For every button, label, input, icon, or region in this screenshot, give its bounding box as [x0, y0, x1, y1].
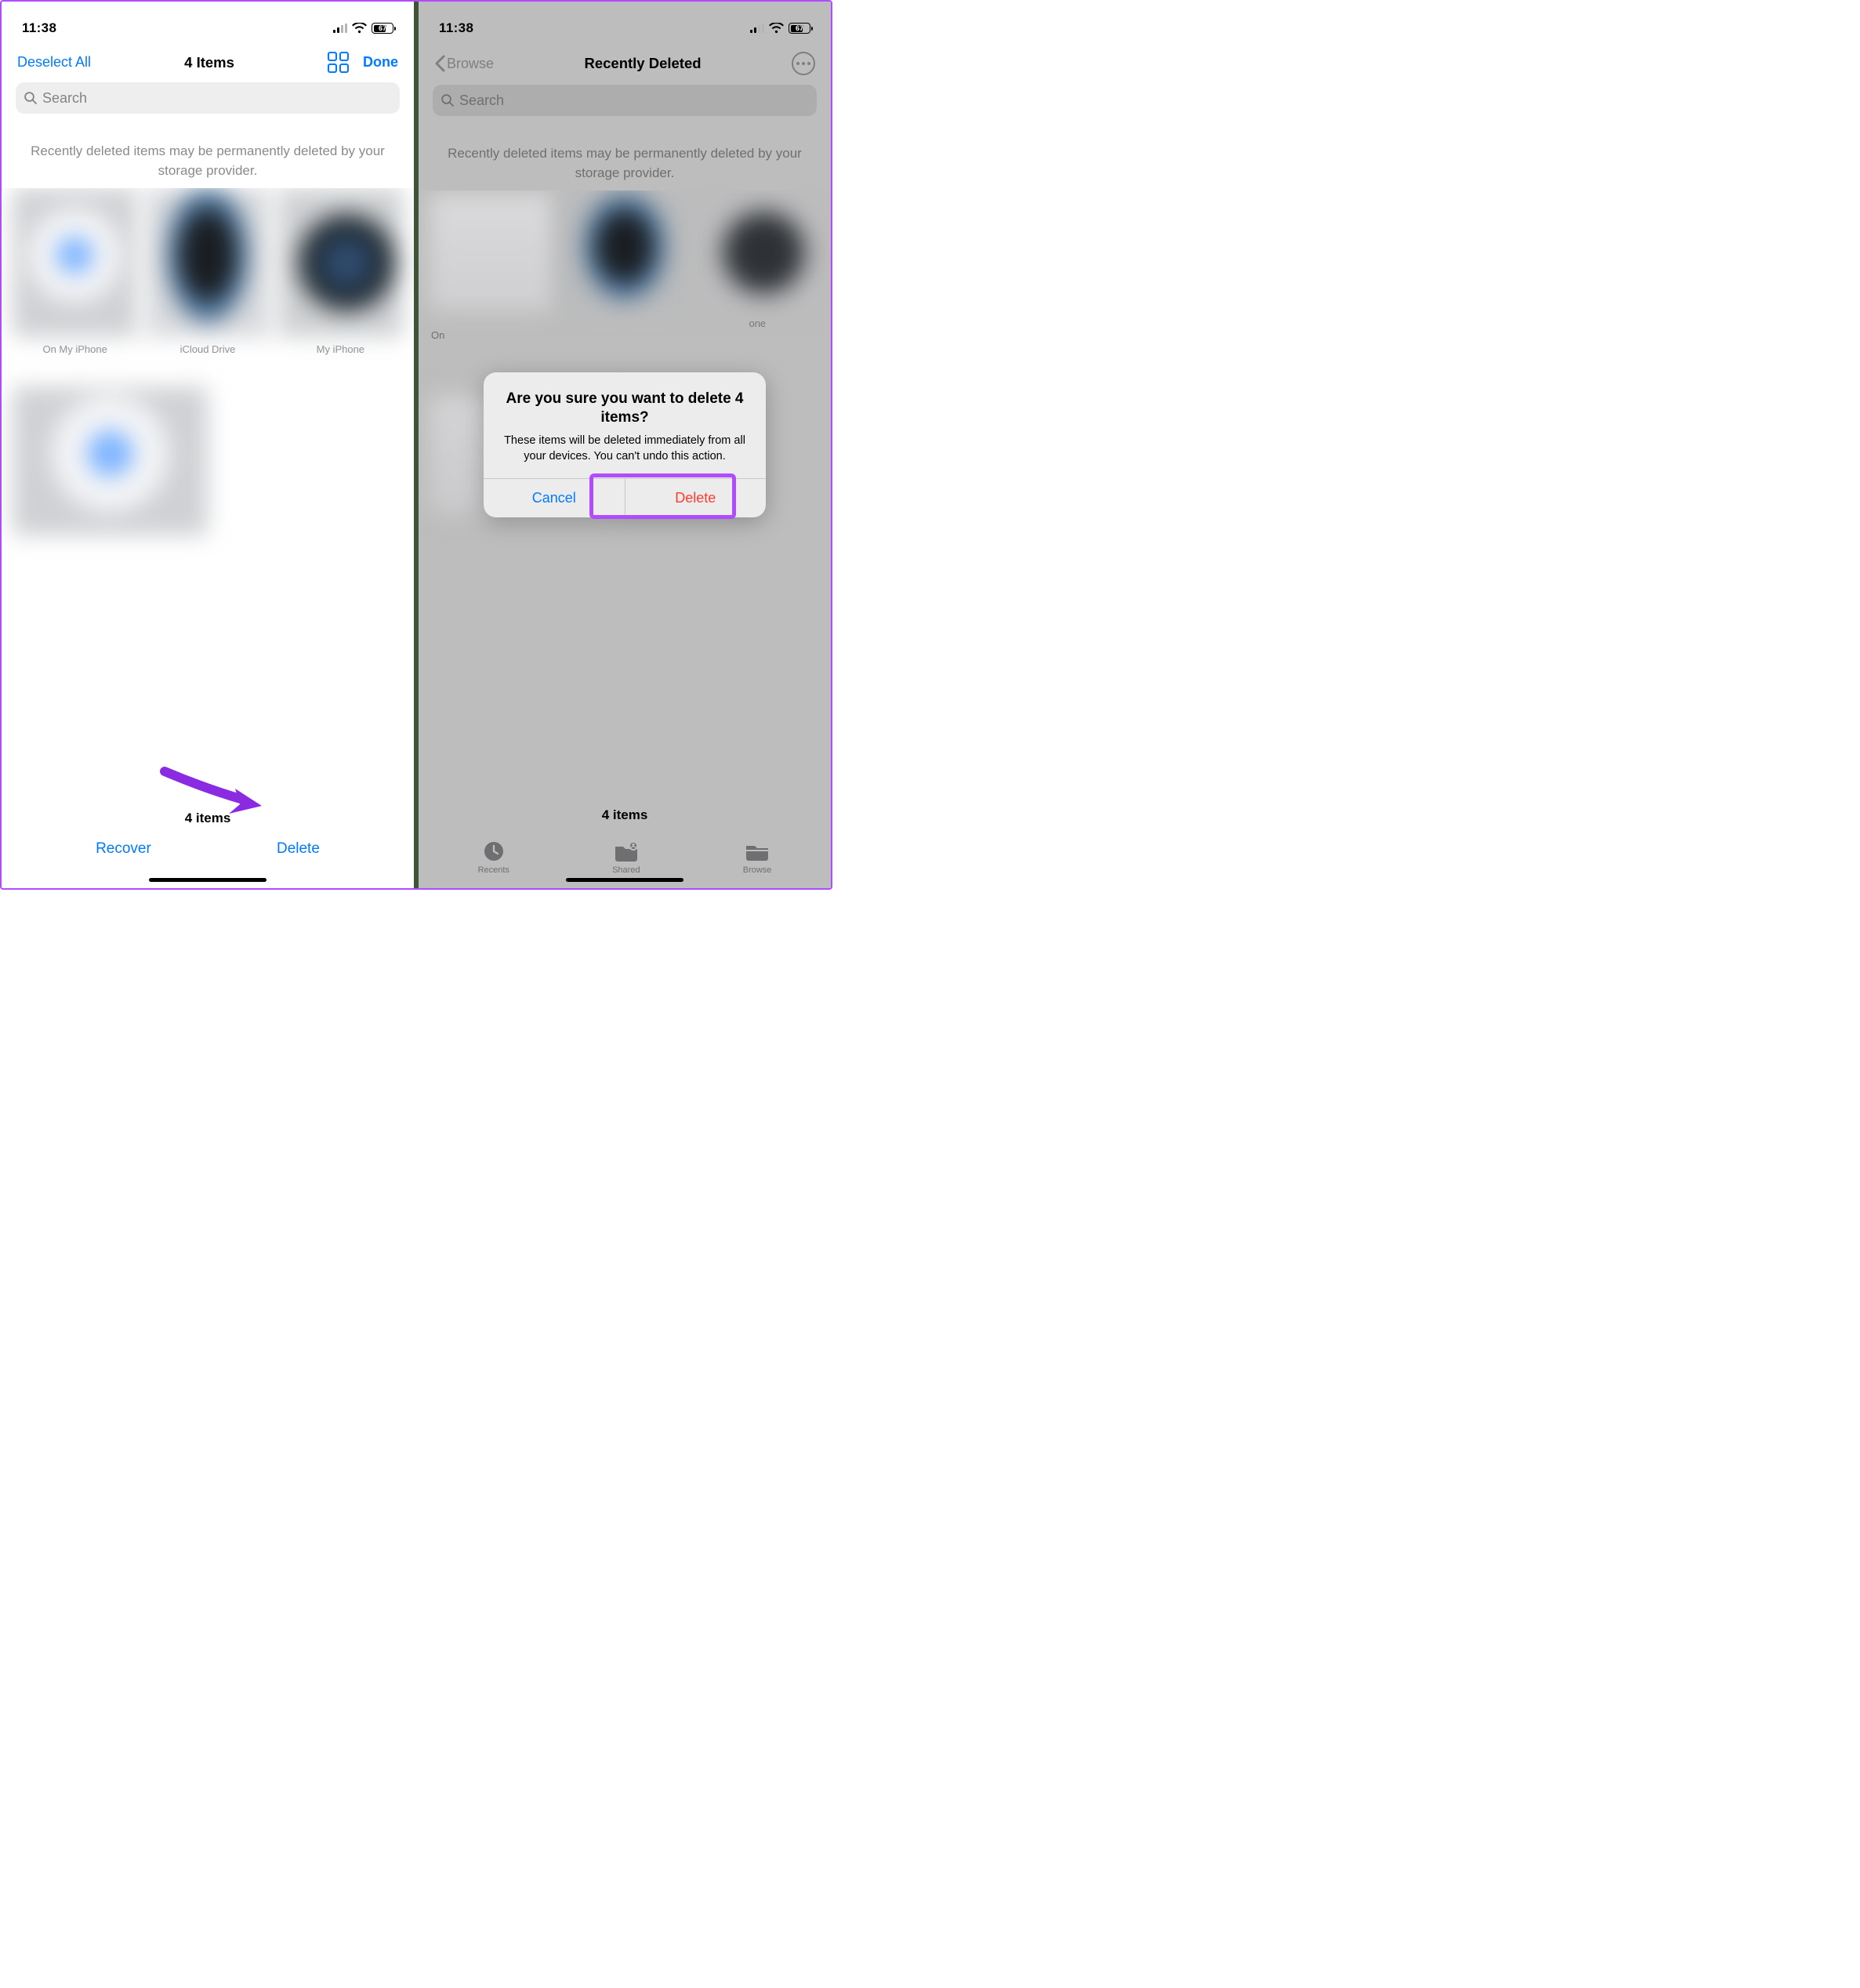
deselect-all-button[interactable]: Deselect All — [17, 54, 91, 71]
file-item[interactable] — [430, 194, 554, 329]
status-bar: 11:38 67 — [2, 2, 414, 44]
alert-delete-button[interactable]: Delete — [625, 479, 767, 517]
search-icon — [24, 91, 38, 105]
file-location: iCloud Drive — [180, 343, 236, 355]
back-label: Browse — [447, 56, 494, 72]
battery-icon: 67 — [372, 23, 393, 34]
nav-title: 4 Items — [184, 54, 234, 71]
chevron-left-icon — [434, 55, 445, 72]
status-icons: 67 — [750, 23, 810, 34]
tab-bar: Recents Shared Browse — [419, 826, 831, 878]
search-field[interactable]: Search — [16, 82, 400, 114]
shared-folder-icon — [613, 840, 640, 862]
alert-message: These items will be deleted immediately … — [501, 433, 749, 465]
file-item[interactable] — [562, 194, 687, 329]
wifi-icon — [769, 23, 784, 34]
nav-bar: Deselect All 4 Items Done — [2, 44, 414, 78]
search-placeholder: Search — [459, 93, 504, 109]
battery-icon: 67 — [789, 23, 810, 34]
tab-shared[interactable]: Shared — [612, 840, 640, 875]
tab-label: Browse — [743, 865, 772, 875]
status-time: 11:38 — [439, 20, 473, 36]
search-icon — [441, 93, 455, 107]
status-icons: 67 — [333, 23, 393, 34]
tab-label: Shared — [612, 865, 640, 875]
done-button[interactable]: Done — [363, 54, 398, 71]
file-grid: On My iPhone iCloud Drive My iPhone — [2, 188, 414, 804]
recover-button[interactable]: Recover — [96, 840, 151, 858]
file-thumbnail — [562, 194, 687, 311]
bottom-toolbar: Recover Delete — [2, 829, 414, 878]
folder-icon — [744, 840, 770, 862]
cellular-icon — [750, 24, 764, 33]
clock-icon — [482, 840, 506, 862]
file-thumbnail — [278, 188, 403, 337]
phone-left: 11:38 67 Deselect All 4 Items Done Searc… — [2, 2, 414, 888]
file-location: On — [430, 329, 820, 341]
more-button[interactable] — [792, 52, 815, 75]
file-item[interactable] — [13, 386, 208, 535]
info-text: Recently deleted items may be permanentl… — [419, 116, 831, 190]
file-thumbnail — [13, 386, 208, 535]
grid-view-icon[interactable] — [328, 52, 349, 73]
alert-title: Are you sure you want to delete 4 items? — [501, 390, 749, 428]
delete-button[interactable]: Delete — [277, 840, 320, 858]
file-location: My iPhone — [317, 343, 364, 355]
delete-confirm-alert: Are you sure you want to delete 4 items?… — [484, 372, 766, 518]
tab-label: Recents — [478, 865, 509, 875]
file-thumbnail — [145, 188, 270, 337]
cellular-icon — [333, 24, 347, 33]
file-item[interactable]: My iPhone — [278, 188, 403, 355]
search-placeholder: Search — [42, 90, 87, 107]
file-item[interactable]: one — [695, 194, 820, 329]
file-location: On My iPhone — [42, 343, 107, 355]
tab-browse[interactable]: Browse — [743, 840, 772, 875]
home-indicator[interactable] — [149, 878, 266, 882]
file-item[interactable]: iCloud Drive — [145, 188, 270, 355]
home-indicator[interactable] — [566, 878, 683, 882]
file-thumbnail — [695, 194, 820, 311]
file-item[interactable]: On My iPhone — [13, 188, 137, 355]
search-field[interactable]: Search — [433, 85, 817, 116]
file-thumbnail — [430, 194, 554, 311]
back-button[interactable]: Browse — [434, 55, 494, 72]
wifi-icon — [352, 23, 367, 34]
info-text: Recently deleted items may be permanentl… — [2, 114, 414, 188]
file-thumbnail — [13, 188, 137, 337]
status-time: 11:38 — [22, 20, 56, 36]
tab-recents[interactable]: Recents — [478, 840, 509, 875]
nav-title: Recently Deleted — [584, 55, 701, 72]
phone-right: 11:38 67 Browse Recently Deleted Search … — [419, 2, 831, 888]
item-count: 4 items — [2, 804, 414, 829]
file-location: one — [749, 317, 766, 329]
nav-bar: Browse Recently Deleted — [419, 44, 831, 80]
alert-cancel-button[interactable]: Cancel — [484, 479, 625, 517]
status-bar: 11:38 67 — [419, 2, 831, 44]
item-count: 4 items — [419, 801, 831, 826]
